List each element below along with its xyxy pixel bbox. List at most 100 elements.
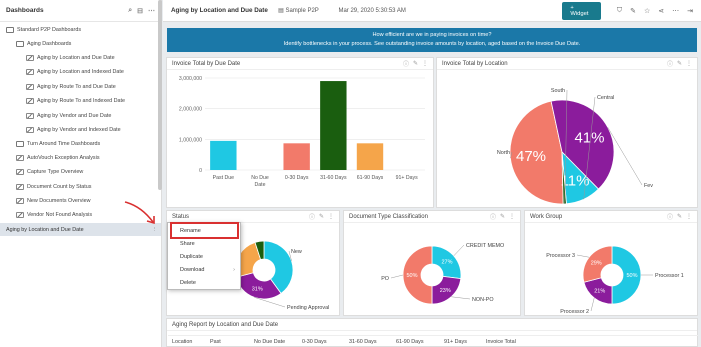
dashboard-icon: [16, 154, 24, 161]
download-label: Download: [180, 266, 205, 273]
column-header[interactable]: Location: [168, 339, 206, 345]
column-header[interactable]: Past: [206, 339, 250, 345]
more-icon[interactable]: ⋮: [152, 227, 157, 233]
download-menu-item[interactable]: Download ›: [168, 263, 240, 276]
leader-line: [453, 244, 465, 256]
widget-header: Invoice Total by Location ⓘ ✎ ⋮: [437, 58, 697, 70]
more-icon[interactable]: ⋮: [686, 213, 692, 220]
rename-menu-item[interactable]: Rename: [170, 222, 239, 239]
sidebar-folder-turnaround[interactable]: Turn Around Time Dashboards: [16, 137, 100, 150]
share-menu-item[interactable]: Share: [168, 237, 240, 250]
sidebar-item-dashboard[interactable]: Aging by Route To and Indexed Date: [26, 94, 125, 107]
column-header[interactable]: 91+ Days: [440, 339, 482, 345]
sidebar-item-label: Aging by Location and Due Date: [6, 226, 84, 233]
slice-category-label: Processor 3: [546, 253, 575, 259]
y-tick-label: 0: [199, 168, 202, 174]
more-icon[interactable]: ⋮: [328, 213, 334, 220]
x-tick-label: 61-90 Days: [357, 175, 384, 181]
sidebar-item-dashboard[interactable]: AutoVouch Exception Analysis: [16, 151, 100, 164]
folder-icon: [16, 40, 24, 47]
column-header[interactable]: Invoice Total: [482, 339, 542, 345]
sidebar-item-label: Aging by Vendor and Indexed Date: [37, 126, 121, 133]
star-icon[interactable]: ☆: [644, 7, 650, 15]
widget-title: Aging Report by Location and Due Date: [172, 321, 279, 328]
info-icon[interactable]: ⓘ: [490, 212, 496, 221]
sidebar-item-dashboard[interactable]: Aging by Route To and Due Date: [26, 80, 116, 93]
bar-chart: 3,000,000 2,000,000 1,000,000 0 Past Due No D…: [179, 76, 425, 188]
edit-icon[interactable]: ✎: [677, 213, 682, 220]
more-icon[interactable]: ⋮: [422, 60, 428, 67]
new-folder-icon[interactable]: ⊟: [137, 7, 143, 15]
info-icon[interactable]: ⓘ: [309, 212, 315, 221]
more-icon[interactable]: ⋯: [672, 7, 679, 15]
sidebar-item-label: Aging by Vendor and Due Date: [37, 112, 112, 119]
sidebar-item-label: Aging by Location and Indexed Date: [37, 68, 124, 75]
bar: [356, 143, 384, 170]
duplicate-menu-item[interactable]: Duplicate: [168, 250, 240, 263]
share-icon[interactable]: ⋖: [658, 7, 664, 15]
sidebar-item-label: Aging by Route To and Indexed Date: [37, 97, 126, 104]
sidebar-item-dashboard[interactable]: Vendor Not Found Analysis: [16, 208, 92, 221]
more-icon[interactable]: ⋯: [148, 7, 155, 15]
slice-category-label: New: [291, 249, 302, 255]
collapse-icon[interactable]: ⇥: [687, 7, 693, 15]
edit-icon[interactable]: ✎: [677, 60, 682, 67]
column-header[interactable]: No Due Date: [250, 339, 298, 345]
edit-icon[interactable]: ✎: [630, 7, 636, 15]
more-icon[interactable]: ⋮: [686, 60, 692, 67]
widget-header: Document Type Classification ⓘ ✎ ⋮: [344, 211, 520, 223]
x-tick-label: 0-30 Days: [285, 175, 309, 181]
leader-line: [451, 296, 471, 300]
filter-icon[interactable]: ⛉: [617, 7, 622, 15]
slice-percent-label: 29%: [591, 261, 602, 267]
info-icon[interactable]: ⓘ: [667, 212, 673, 221]
banner-line: How efficient are we in paying invoices …: [372, 32, 492, 38]
pie-chart: 47%North41%Fev11%CentralSouth: [497, 88, 653, 205]
sidebar-item-dashboard[interactable]: New Documents Overview: [16, 194, 91, 207]
sidebar-item-dashboard[interactable]: Aging by Location and Indexed Date: [26, 65, 124, 78]
widget-title: Status: [172, 213, 190, 220]
dashboard-toolbar: Aging by Location and Due Date ▤ Sample …: [163, 0, 701, 22]
widget-title: Invoice Total by Location: [442, 60, 508, 67]
edit-icon[interactable]: ✎: [500, 213, 505, 220]
y-tick-label: 1,000,000: [179, 137, 202, 143]
leader-line: [576, 254, 590, 258]
edit-icon[interactable]: ✎: [319, 213, 324, 220]
column-header[interactable]: 61-90 Days: [392, 339, 440, 345]
folder-icon: [16, 140, 24, 147]
sidebar-item-dashboard[interactable]: Aging by Vendor and Indexed Date: [26, 123, 121, 136]
widget-invoice-total-by-location: Invoice Total by Location ⓘ ✎ ⋮ 47% North…: [436, 57, 698, 208]
search-icon[interactable]: ⌕: [128, 7, 132, 15]
sidebar-item-dashboard[interactable]: Aging by Location and Due Date: [26, 51, 115, 64]
x-tick-label: No Due: [251, 175, 269, 181]
sidebar-item-dashboard[interactable]: Document Count by Status: [16, 180, 91, 193]
slice-percent-label: 31%: [252, 287, 263, 293]
column-header[interactable]: 31-60 Days: [345, 339, 392, 345]
widget-header: Aging Report by Location and Due Date: [167, 319, 697, 331]
datasource-label[interactable]: ▤ Sample P2P: [278, 7, 338, 14]
slice-category-label: Fev: [644, 183, 653, 189]
slice-category-label: PO: [381, 276, 389, 282]
info-icon[interactable]: ⓘ: [403, 59, 409, 68]
widget-title: Document Type Classification: [349, 213, 428, 220]
sidebar-item-dashboard[interactable]: Aging by Vendor and Due Date: [26, 109, 111, 122]
info-icon[interactable]: ⓘ: [667, 59, 673, 68]
more-icon[interactable]: ⋮: [509, 213, 515, 220]
add-widget-button[interactable]: + Widget: [562, 1, 601, 20]
chevron-right-icon: ›: [233, 266, 235, 273]
column-header[interactable]: 0-30 Days: [298, 339, 345, 345]
dashboard-icon: [16, 183, 24, 190]
slice-percent-label: 50%: [626, 273, 637, 279]
slice-percent-label: 23%: [440, 288, 451, 294]
sidebar-scrollbar[interactable]: [158, 0, 162, 190]
edit-icon[interactable]: ✎: [413, 60, 418, 67]
y-tick-label: 2,000,000: [179, 107, 202, 113]
sidebar-item-dashboard[interactable]: Capture Type Overview: [16, 165, 83, 178]
delete-menu-item[interactable]: Delete: [168, 276, 240, 289]
sidebar-folder-aging[interactable]: Aging Dashboards: [16, 37, 71, 50]
sidebar-item-label: New Documents Overview: [27, 197, 91, 204]
slice-category-label: CREDIT MEMO: [466, 243, 504, 249]
slice-category-label: Processor 1: [655, 273, 684, 279]
sidebar-folder-standard-p2p[interactable]: Standard P2P Dashboards: [6, 23, 81, 36]
widget-header: Invoice Total by Due Date ⓘ ✎ ⋮: [167, 58, 433, 70]
